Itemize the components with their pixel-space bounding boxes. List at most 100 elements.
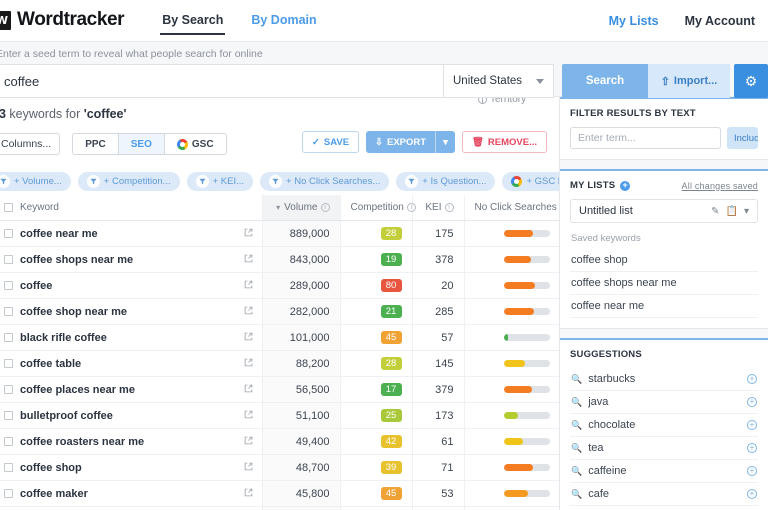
current-list-row[interactable]: Untitled list ✎ 📋 ▾ xyxy=(570,199,758,223)
tab-by-domain[interactable]: By Domain xyxy=(237,0,330,41)
external-link-icon[interactable] xyxy=(244,462,253,474)
cell-keyword[interactable]: black rifle coffee xyxy=(0,324,262,351)
row-checkbox[interactable] xyxy=(4,229,13,239)
row-checkbox[interactable] xyxy=(4,489,13,499)
cell-keyword[interactable]: coffee shop xyxy=(0,454,262,481)
add-suggestion-icon[interactable]: + xyxy=(747,466,757,476)
columns-button[interactable]: Columns... xyxy=(0,133,61,155)
table-row[interactable]: coffee roasters near me 49,400 42 61 xyxy=(0,428,559,455)
suggestion-item[interactable]: 🔍 cafe + xyxy=(570,483,758,506)
cell-keyword[interactable]: coffee near me xyxy=(0,220,262,247)
table-row[interactable]: coffee places near me 56,500 17 379 xyxy=(0,376,559,403)
cell-keyword[interactable]: bulletproof coffee xyxy=(0,402,262,429)
add-suggestion-icon[interactable]: + xyxy=(747,374,757,384)
segment-ppc[interactable]: PPC xyxy=(73,134,119,154)
search-button[interactable]: Search xyxy=(562,64,648,98)
add-suggestion-icon[interactable]: + xyxy=(747,420,757,430)
saved-keyword-item[interactable]: coffee shops near me xyxy=(570,272,758,295)
filter-chip-4[interactable]: + Is Question... xyxy=(396,171,496,191)
row-checkbox[interactable] xyxy=(4,307,13,317)
changes-saved-status[interactable]: All changes saved xyxy=(682,181,758,191)
segment-gsc[interactable]: GSC xyxy=(164,134,226,154)
cell-keyword[interactable]: coffee places near me xyxy=(0,376,262,403)
external-link-icon[interactable] xyxy=(244,280,253,292)
row-checkbox[interactable] xyxy=(4,359,13,369)
nav-my-lists[interactable]: My Lists xyxy=(596,14,672,28)
suggestion-item[interactable]: 🔍 starbucks + xyxy=(570,368,758,391)
add-suggestion-icon[interactable]: + xyxy=(747,397,757,407)
select-all-checkbox[interactable] xyxy=(4,202,13,212)
saved-keyword-item[interactable]: coffee near me xyxy=(570,295,758,318)
row-checkbox[interactable] xyxy=(4,385,13,395)
table-row[interactable]: black rifle coffee 101,000 45 57 xyxy=(0,324,559,351)
column-header-competition[interactable]: Competition i xyxy=(339,195,416,221)
info-icon[interactable]: i xyxy=(444,203,454,212)
external-link-icon[interactable] xyxy=(244,384,253,396)
table-row[interactable]: coffee 289,000 80 20 xyxy=(0,272,559,299)
keyword-table-wrapper[interactable]: Keyword ▾ Volume i Competition i KEI i No Cl xyxy=(0,195,559,510)
table-row[interactable]: coffee maker 45,800 45 53 xyxy=(0,480,559,507)
add-suggestion-icon[interactable]: + xyxy=(747,443,757,453)
column-header-volume[interactable]: ▾ Volume i xyxy=(261,195,340,221)
table-row[interactable]: coffee near me 889,000 28 175 xyxy=(0,220,559,247)
import-button[interactable]: ⇧ Import... xyxy=(648,64,730,98)
cell-keyword[interactable]: coffee shops near me xyxy=(0,246,262,273)
copy-icon[interactable]: 📋 xyxy=(726,206,738,217)
external-link-icon[interactable] xyxy=(244,488,253,500)
export-dropdown-toggle[interactable]: ▾ xyxy=(435,131,455,153)
filter-chip-3[interactable]: + No Click Searches... xyxy=(260,171,390,191)
filter-term-input[interactable] xyxy=(570,127,721,149)
suggestion-item[interactable]: 🔍 tea + xyxy=(570,437,758,460)
seed-term-input[interactable] xyxy=(0,64,444,98)
external-link-icon[interactable] xyxy=(244,306,253,318)
suggestion-item[interactable]: 🔍 caffeine + xyxy=(570,460,758,483)
column-header-kei[interactable]: KEI i xyxy=(411,195,464,221)
table-row[interactable]: coffee shops near me 843,000 19 378 xyxy=(0,246,559,273)
save-button[interactable]: ✓ SAVE xyxy=(301,131,360,153)
cell-keyword[interactable]: blue bottle coffee xyxy=(0,506,262,510)
row-checkbox[interactable] xyxy=(4,437,13,447)
remove-button[interactable]: 🗑 REMOVE... xyxy=(461,131,547,153)
external-link-icon[interactable] xyxy=(244,228,253,240)
settings-button[interactable]: ⚙ xyxy=(734,64,768,98)
cell-keyword[interactable]: coffee table xyxy=(0,350,262,377)
column-header-no-click[interactable]: No Click Searchesi xyxy=(463,195,559,221)
table-row[interactable]: coffee shop near me 282,000 21 285 xyxy=(0,298,559,325)
table-row[interactable]: coffee table 88,200 28 145 xyxy=(0,350,559,377)
filter-chip-1[interactable]: + Competition... xyxy=(77,171,180,191)
edit-pencil-icon[interactable]: ✎ xyxy=(711,206,719,217)
row-checkbox[interactable] xyxy=(4,333,13,343)
add-list-icon[interactable]: + xyxy=(620,180,631,191)
filter-chip-2[interactable]: + KEI... xyxy=(186,171,254,191)
row-checkbox[interactable] xyxy=(4,463,13,473)
tab-by-search[interactable]: By Search xyxy=(148,0,237,41)
suggestion-item[interactable]: 🔍 chocolate + xyxy=(570,414,758,437)
column-header-keyword[interactable]: Keyword xyxy=(0,195,262,221)
filter-chip-5[interactable]: + GSC keywords only... xyxy=(502,171,559,191)
external-link-icon[interactable] xyxy=(244,254,253,266)
cell-keyword[interactable]: coffee maker xyxy=(0,480,262,507)
saved-keyword-item[interactable]: coffee shop xyxy=(570,249,758,272)
table-row[interactable]: coffee shop 48,700 39 71 xyxy=(0,454,559,481)
info-icon[interactable]: i xyxy=(406,203,416,212)
external-link-icon[interactable] xyxy=(244,332,253,344)
nav-my-account[interactable]: My Account xyxy=(672,14,768,28)
info-icon[interactable]: i xyxy=(320,203,330,212)
table-row[interactable]: blue bottle coffee43,9004261 xyxy=(0,506,559,510)
chevron-down-icon[interactable]: ▾ xyxy=(744,206,749,217)
external-link-icon[interactable] xyxy=(244,410,253,422)
include-button[interactable]: Include xyxy=(727,127,758,149)
external-link-icon[interactable] xyxy=(244,436,253,448)
territory-select[interactable]: United States xyxy=(444,64,554,98)
filter-chip-0[interactable]: + Volume... xyxy=(0,171,71,191)
cell-keyword[interactable]: coffee roasters near me xyxy=(0,428,262,455)
cell-keyword[interactable]: coffee shop near me xyxy=(0,298,262,325)
row-checkbox[interactable] xyxy=(4,411,13,421)
brand-logo[interactable]: W Wordtracker xyxy=(0,9,125,31)
row-checkbox[interactable] xyxy=(4,281,13,291)
suggestion-item[interactable]: 🔍 java + xyxy=(570,391,758,414)
cell-keyword[interactable]: coffee xyxy=(0,272,262,299)
add-suggestion-icon[interactable]: + xyxy=(747,489,757,499)
table-row[interactable]: bulletproof coffee 51,100 25 173 xyxy=(0,402,559,429)
export-button[interactable]: ⇩ EXPORT ▾ xyxy=(366,131,455,153)
